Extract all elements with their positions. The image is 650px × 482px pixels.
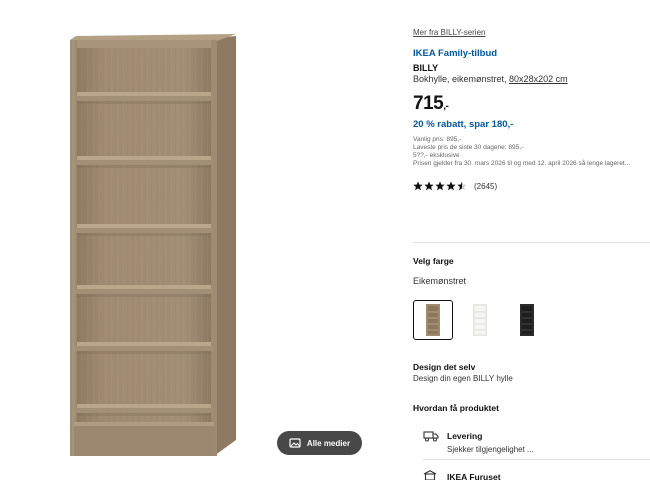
product-name: BILLY [413, 63, 439, 73]
discount-label: 20 % rabatt, spar 180,- [413, 119, 514, 130]
dimensions-link[interactable]: 80x28x202 cm [509, 74, 568, 84]
all-media-label: Alle medier [306, 438, 351, 448]
price-value: 715 [413, 93, 444, 114]
product-info-panel: Mer fra BILLY-serien IKEA Family-tilbud … [413, 0, 650, 482]
ordinary-price: Vanlig pris: 895,- [413, 136, 462, 143]
divider [423, 459, 650, 460]
delivery-title[interactable]: Levering [447, 431, 482, 441]
family-offer-label: IKEA Family-tilbud [413, 48, 498, 59]
bookcase-product-image[interactable] [0, 0, 400, 477]
product-gallery: Alle medier [0, 0, 400, 477]
bookcase-thumb-black [520, 304, 534, 336]
product-description: Bokhylle, eikemønstret, 80x28x202 cm [413, 74, 568, 84]
color-swatch-oak[interactable] [413, 300, 453, 340]
bookcase-thumb-white [473, 304, 487, 336]
store-icon [423, 470, 437, 480]
selected-color-label: Eikemønstret [413, 276, 467, 286]
design-text[interactable]: Design din egen BILLY hylle [413, 374, 513, 383]
all-media-button[interactable]: Alle medier [277, 431, 362, 455]
truck-icon [423, 431, 439, 442]
environment-fee: 5??,- eksklusive [413, 152, 460, 159]
star-icon [435, 181, 445, 191]
description-text: Bokhylle, eikemønstret, [413, 74, 510, 84]
star-icon [446, 181, 456, 191]
color-heading: Velg farge [413, 256, 454, 266]
rating[interactable]: (2645) [413, 181, 497, 191]
rating-stars [413, 181, 467, 191]
star-icon [457, 181, 467, 191]
design-heading[interactable]: Design det selv [413, 362, 475, 372]
rating-count: (2645) [474, 181, 498, 191]
star-icon [413, 181, 423, 191]
price-suffix: ,- [443, 101, 449, 112]
fulfilment-heading: Hvordan få produktet [413, 403, 499, 413]
color-swatch-white[interactable] [460, 300, 500, 340]
delivery-status: Sjekker tilgjengelighet ... [447, 445, 534, 454]
divider [413, 242, 650, 243]
series-link[interactable]: Mer fra BILLY-serien [413, 28, 485, 37]
store-title[interactable]: IKEA Furuset [447, 472, 501, 482]
image-stack-icon [289, 438, 301, 448]
color-swatch-black[interactable] [507, 300, 547, 340]
price: 715,- [413, 93, 449, 115]
bookcase-thumb-oak [426, 304, 440, 336]
lowest-price: Laveste pris de siste 30 dagene: 895,- [413, 144, 524, 151]
star-icon [424, 181, 434, 191]
price-validity: Prisen gjelder fra 30. mars 2026 til og … [413, 160, 631, 167]
